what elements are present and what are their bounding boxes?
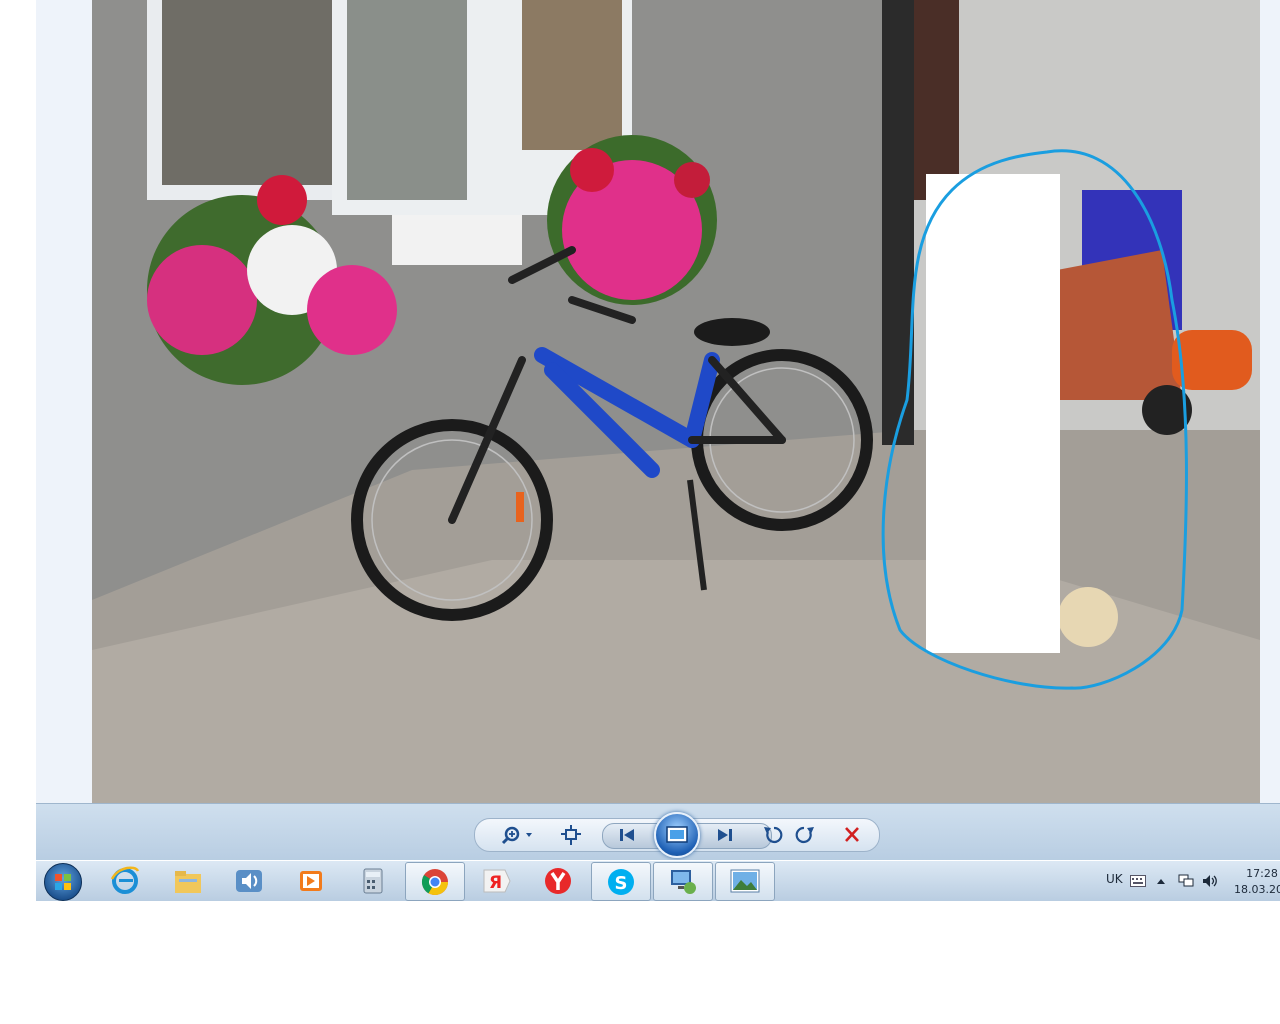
volume-icon[interactable] [1202, 874, 1218, 888]
taskbar-internet-explorer[interactable] [96, 862, 154, 899]
actual-size-button[interactable] [558, 824, 584, 846]
internet-explorer-icon [110, 866, 140, 894]
taskbar-file-explorer[interactable] [158, 862, 216, 899]
rotate-left-button[interactable] [760, 824, 786, 846]
rotate-right-button[interactable] [792, 824, 818, 846]
start-button[interactable] [44, 863, 82, 901]
remote-desktop-icon [671, 870, 696, 894]
next-button[interactable] [712, 824, 738, 846]
keyboard-icon[interactable] [1130, 875, 1146, 887]
previous-icon [620, 829, 634, 841]
taskbar-calculator[interactable] [344, 862, 402, 899]
slideshow-icon [666, 826, 688, 843]
previous-button[interactable] [614, 824, 640, 846]
viewer-control-bar [36, 803, 1280, 861]
yandex-icon: Я [483, 869, 511, 893]
taskbar-skype[interactable]: S [591, 862, 651, 901]
photo-viewer-canvas [36, 0, 1280, 803]
taskbar-yandex-browser[interactable] [529, 862, 587, 899]
photo-drawing [92, 0, 1260, 803]
clock-time: 17:28 [1246, 867, 1278, 880]
next-icon [718, 829, 732, 841]
file-explorer-icon [175, 871, 201, 893]
zoom-icon [501, 826, 532, 845]
delete-button[interactable] [839, 824, 865, 846]
chrome-icon [421, 869, 449, 896]
fit-to-window-icon [561, 825, 581, 845]
slideshow-button[interactable] [654, 812, 700, 858]
clock[interactable]: 17:28 18.03.201 [1232, 866, 1280, 898]
taskbar: Я S UK 17:28 18.03.20 [36, 860, 1280, 901]
svg-text:Я: Я [489, 873, 502, 893]
volume-app-icon [236, 870, 262, 892]
svg-text:S: S [615, 873, 628, 894]
taskbar-volume-app[interactable] [220, 862, 278, 899]
calculator-icon [363, 868, 383, 894]
taskbar-photo-viewer[interactable] [715, 862, 775, 901]
taskbar-chrome[interactable] [405, 862, 465, 901]
skype-icon: S [608, 869, 634, 895]
photo [92, 0, 1260, 803]
yandex-browser-icon [545, 868, 571, 894]
delete-icon [845, 827, 859, 842]
rotate-clockwise-icon [795, 826, 814, 844]
network-icon[interactable] [1178, 874, 1194, 888]
rotate-counterclockwise-icon [764, 826, 783, 844]
language-indicator[interactable]: UK [1106, 872, 1123, 912]
windows-logo-icon [55, 874, 71, 890]
taskbar-yandex[interactable]: Я [467, 862, 525, 899]
taskbar-remote-desktop[interactable] [653, 862, 713, 901]
zoom-button[interactable] [500, 824, 536, 846]
tray-expand-icon[interactable] [1156, 877, 1166, 885]
media-player-icon [300, 871, 322, 891]
taskbar-media-player[interactable] [282, 862, 340, 899]
clock-date: 18.03.201 [1234, 883, 1280, 896]
photo-viewer-icon [730, 869, 760, 893]
